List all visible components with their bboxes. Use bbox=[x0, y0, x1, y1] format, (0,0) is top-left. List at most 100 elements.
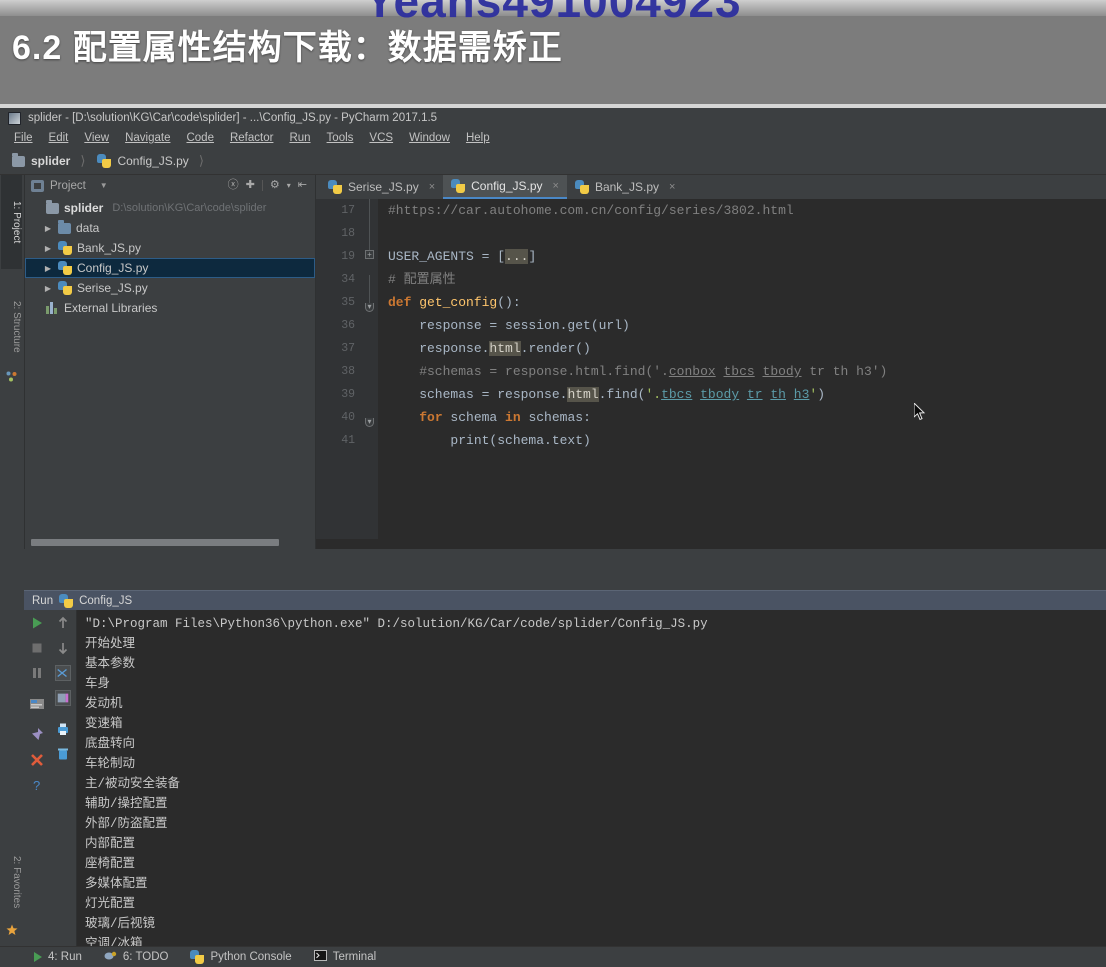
tree-arrow[interactable]: ▶ bbox=[43, 264, 53, 273]
chevron-down-icon[interactable]: ▾ bbox=[287, 181, 291, 190]
python-file-icon bbox=[58, 261, 72, 275]
breadcrumb-item-config[interactable]: Config_JS.py ⟩ bbox=[95, 152, 213, 170]
tree-arrow[interactable]: ▶ bbox=[43, 224, 53, 233]
console-line: 变速箱 bbox=[85, 717, 123, 731]
tree-item-serise-js[interactable]: ▶ Serise_JS.py bbox=[25, 278, 315, 298]
status-item-label: 4: Run bbox=[48, 951, 82, 963]
tree-item-external-libraries[interactable]: External Libraries bbox=[25, 298, 315, 318]
hide-icon[interactable]: ⇤ bbox=[298, 180, 307, 191]
stop-icon[interactable] bbox=[29, 640, 45, 656]
chevron-right-icon: ⟩ bbox=[198, 153, 204, 168]
tree-item-label: Serise_JS.py bbox=[77, 281, 148, 295]
python-file-icon bbox=[574, 180, 589, 194]
slide-header: Yeahs491004923 6.2 配置属性结构下载：数据需矫正 bbox=[0, 0, 1106, 108]
tab-config-js[interactable]: Config_JS.py × bbox=[443, 175, 567, 199]
fold-collapse-icon[interactable]: ▾ bbox=[365, 303, 374, 312]
close-icon[interactable] bbox=[29, 752, 45, 768]
menu-item-code[interactable]: Code bbox=[178, 131, 222, 145]
tab-label: Bank_JS.py bbox=[594, 180, 659, 194]
project-horizontal-scrollbar[interactable] bbox=[25, 535, 315, 549]
menu-item-vcs[interactable]: VCS bbox=[361, 131, 401, 145]
run-panel-header: Run Config_JS bbox=[24, 590, 1106, 610]
tab-label: Serise_JS.py bbox=[348, 180, 419, 194]
window-title: splider - [D:\solution\KG\Car\code\splid… bbox=[28, 112, 438, 124]
sidebar-tab-project[interactable]: 1: Project bbox=[1, 175, 22, 269]
fold-expand-icon[interactable]: + bbox=[365, 250, 374, 259]
tree-item-label: External Libraries bbox=[64, 301, 158, 315]
sidebar-tab-structure[interactable]: 2: Structure bbox=[1, 275, 22, 379]
chevron-down-icon[interactable]: ▼ bbox=[100, 181, 108, 190]
python-file-icon bbox=[58, 281, 72, 295]
tree-arrow[interactable]: ▶ bbox=[43, 244, 53, 253]
code-folding-gutter: + ▾ ▾ bbox=[362, 199, 378, 539]
menu-item-edit[interactable]: Edit bbox=[41, 131, 77, 145]
folder-blue-icon bbox=[58, 219, 71, 234]
folded-code-placeholder[interactable]: ... bbox=[505, 249, 529, 264]
line-number: 40 bbox=[341, 411, 355, 424]
scroll-up-icon[interactable] bbox=[55, 615, 71, 631]
menu-item-view[interactable]: View bbox=[76, 131, 117, 145]
python-file-icon bbox=[451, 179, 466, 193]
left-tool-rail: 1: Project 2: Structure bbox=[0, 175, 25, 549]
tree-arrow[interactable]: ▶ bbox=[43, 284, 53, 293]
menu-item-refactor[interactable]: Refactor bbox=[222, 131, 281, 145]
menu-item-window[interactable]: Window bbox=[401, 131, 458, 145]
breadcrumb-label: splider bbox=[31, 154, 71, 168]
breadcrumb-item-splider[interactable]: splider ⟩ bbox=[10, 152, 95, 170]
console-output[interactable]: "D:\Program Files\Python36\python.exe" D… bbox=[77, 610, 1106, 947]
help-icon[interactable]: ? bbox=[29, 777, 45, 793]
slide-title: 6.2 配置属性结构下载：数据需矫正 bbox=[12, 29, 563, 67]
chevron-right-icon: ⟩ bbox=[80, 153, 86, 168]
status-item-python-console[interactable]: Python Console bbox=[184, 950, 307, 964]
pin-icon[interactable] bbox=[29, 727, 45, 743]
run-icon bbox=[34, 952, 42, 962]
console-line: 主/被动安全装备 bbox=[85, 777, 181, 791]
close-icon[interactable]: × bbox=[553, 180, 559, 192]
settings-icon[interactable]: ⚙ bbox=[270, 180, 280, 191]
menu-item-tools[interactable]: Tools bbox=[319, 131, 362, 145]
menu-item-run[interactable]: Run bbox=[281, 131, 318, 145]
console-line: 发动机 bbox=[85, 697, 123, 711]
python-file-icon bbox=[328, 180, 342, 194]
close-icon[interactable]: × bbox=[669, 181, 675, 193]
fold-collapse-icon[interactable]: ▾ bbox=[365, 418, 374, 427]
collapse-all-icon[interactable]: ⓧ bbox=[228, 180, 239, 191]
run-icon[interactable] bbox=[29, 615, 45, 631]
status-item-run[interactable]: 4: Run bbox=[28, 951, 98, 963]
library-icon bbox=[46, 302, 59, 314]
python-icon bbox=[190, 950, 205, 964]
trash-icon[interactable] bbox=[55, 746, 71, 762]
python-file-icon bbox=[58, 241, 72, 255]
status-item-todo[interactable]: 6: TODO bbox=[98, 950, 185, 965]
console-line: 玻璃/后视镜 bbox=[85, 917, 156, 931]
ide-main-area: 1: Project 2: Structure Project ▼ ⓧ ✚ ⚙ bbox=[0, 175, 1106, 549]
code-content[interactable]: #https://car.autohome.com.cn/config/seri… bbox=[378, 199, 1106, 539]
project-icon bbox=[31, 179, 44, 192]
scroll-to-end-icon[interactable] bbox=[55, 690, 71, 706]
menu-item-help[interactable]: Help bbox=[458, 131, 498, 145]
line-number: 38 bbox=[341, 365, 355, 378]
tree-item-bank-js[interactable]: ▶ Bank_JS.py bbox=[25, 238, 315, 258]
console-line: 底盘转向 bbox=[85, 737, 136, 751]
expand-icon[interactable]: ✚ bbox=[246, 180, 255, 191]
sidebar-tab-favorites[interactable]: 2: Favorites bbox=[1, 832, 22, 932]
show-output-icon[interactable] bbox=[29, 696, 45, 712]
tree-item-splider[interactable]: splider D:\solution\KG\Car\code\splider bbox=[25, 198, 315, 218]
status-item-terminal[interactable]: Terminal bbox=[308, 950, 392, 964]
menu-item-navigate[interactable]: Navigate bbox=[117, 131, 178, 145]
menu-item-file[interactable]: File bbox=[6, 131, 41, 145]
scroll-down-icon[interactable] bbox=[55, 640, 71, 656]
tab-bank-js[interactable]: Bank_JS.py × bbox=[567, 175, 683, 199]
tree-item-config-js[interactable]: ▶ Config_JS.py bbox=[25, 258, 315, 278]
line-number: 36 bbox=[341, 319, 355, 332]
tree-item-data[interactable]: ▶ data bbox=[25, 218, 315, 238]
print-icon[interactable] bbox=[55, 721, 71, 737]
python-file-icon bbox=[97, 154, 112, 168]
pause-icon[interactable] bbox=[29, 665, 45, 681]
close-icon[interactable]: × bbox=[429, 181, 435, 193]
soft-wrap-icon[interactable] bbox=[55, 665, 71, 681]
tab-serise-js[interactable]: Serise_JS.py × bbox=[320, 175, 443, 199]
code-editor[interactable]: 17 18 19 34 35 36 37 38 39 40 41 + ▾ ▾ #… bbox=[316, 199, 1106, 539]
scrollbar-thumb[interactable] bbox=[31, 538, 279, 546]
